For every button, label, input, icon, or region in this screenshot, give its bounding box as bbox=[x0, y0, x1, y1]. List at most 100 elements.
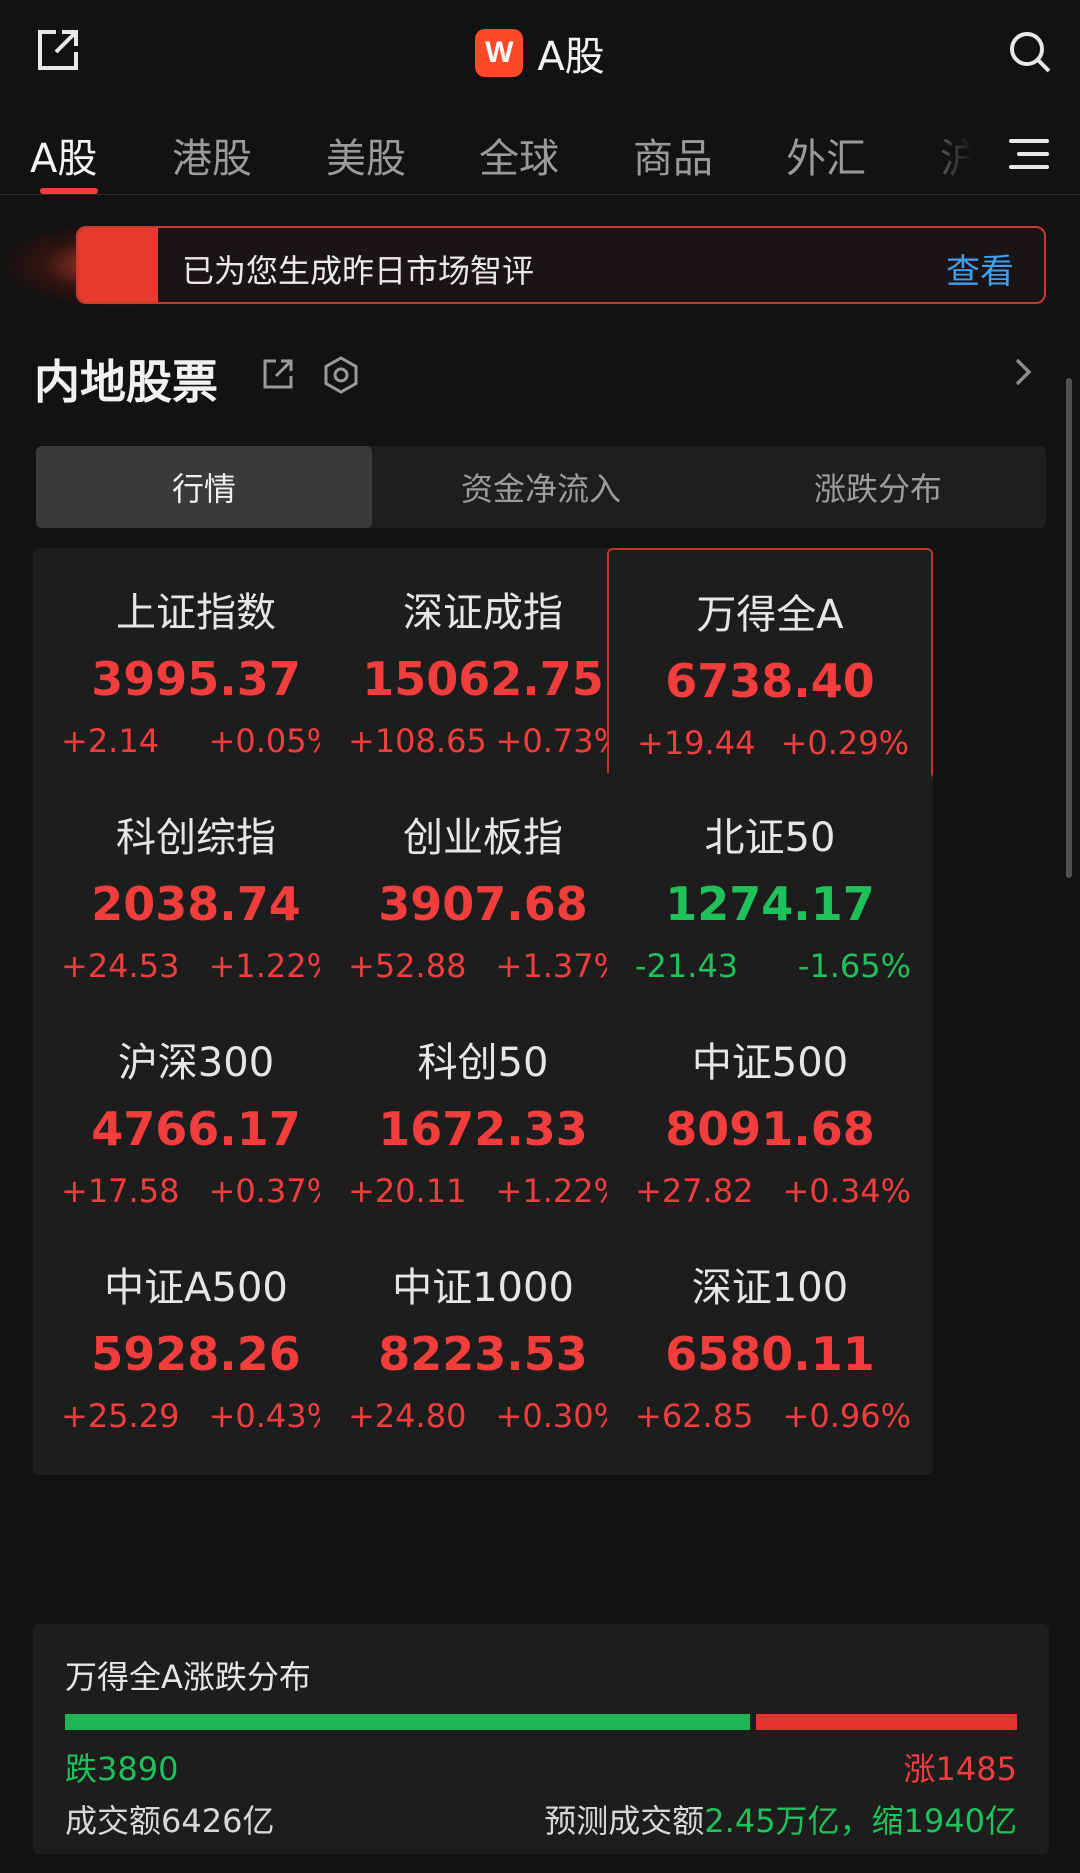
index-change: +19.44 bbox=[637, 724, 756, 762]
page-title: A股 bbox=[537, 34, 605, 80]
index-price: 1274.17 bbox=[665, 877, 875, 931]
forecast-label: 预测成交额 bbox=[544, 1802, 705, 1840]
index-price: 1672.33 bbox=[378, 1102, 588, 1156]
index-change: +62.85 bbox=[635, 1397, 754, 1435]
index-price: 3907.68 bbox=[378, 877, 588, 931]
index-change-percent: +0.73% bbox=[495, 722, 624, 760]
index-card[interactable]: 万得全A 6738.40 +19.44 +0.29% bbox=[607, 548, 933, 800]
market-review-banner[interactable]: 已为您生成昨日市场智评 查看 bbox=[76, 226, 1046, 304]
index-name: 深证成指 bbox=[403, 590, 563, 636]
app-title-group: W A股 bbox=[0, 24, 1080, 82]
index-card[interactable]: 上证指数 3995.37 +2.14 +0.05% bbox=[33, 548, 359, 800]
index-price: 6738.40 bbox=[665, 654, 875, 708]
index-price: 6580.11 bbox=[665, 1327, 875, 1381]
section-header: 内地股票 bbox=[34, 340, 1044, 410]
index-price: 8223.53 bbox=[378, 1327, 588, 1381]
top-bar: W A股 bbox=[0, 0, 1080, 104]
index-card[interactable]: 深证100 6580.11 +62.85 +0.96% bbox=[607, 1223, 933, 1475]
index-change-percent: +0.05% bbox=[208, 722, 337, 760]
index-change: +20.11 bbox=[348, 1172, 467, 1210]
fall-count: 跌3890 bbox=[65, 1750, 179, 1788]
index-change: +108.65 bbox=[348, 722, 487, 760]
index-card[interactable]: 科创综指 2038.74 +24.53 +1.22% bbox=[33, 773, 359, 1025]
tab-a-share[interactable]: A股 bbox=[30, 126, 97, 184]
forecast-value: 2.45万亿，缩1940亿 bbox=[704, 1802, 1017, 1840]
index-card[interactable]: 中证500 8091.68 +27.82 +0.34% bbox=[607, 998, 933, 1250]
rise-fall-distribution[interactable]: 万得全A涨跌分布 跌3890 涨1485 成交额6426亿 预测成交额2.45万… bbox=[33, 1624, 1049, 1854]
index-price: 15062.75 bbox=[362, 652, 604, 706]
settings-icon[interactable] bbox=[320, 354, 364, 398]
market-tabs: A股 港股 美股 全球 商品 外汇 沪 bbox=[0, 104, 1080, 195]
chevron-right-icon[interactable] bbox=[1008, 354, 1044, 394]
menu-icon[interactable] bbox=[998, 124, 1062, 184]
tab-forex[interactable]: 外汇 bbox=[786, 126, 866, 184]
index-price: 3995.37 bbox=[91, 652, 301, 706]
wind-logo-icon: W bbox=[475, 29, 524, 77]
tab-fade bbox=[910, 104, 1000, 192]
turnover-amount: 成交额6426亿 bbox=[65, 1802, 275, 1840]
search-icon[interactable] bbox=[998, 20, 1062, 84]
index-card[interactable]: 中证1000 8223.53 +24.80 +0.30% bbox=[320, 1223, 646, 1475]
index-card[interactable]: 中证A500 5928.26 +25.29 +0.43% bbox=[33, 1223, 359, 1475]
fall-bar bbox=[65, 1714, 750, 1730]
index-price: 4766.17 bbox=[91, 1102, 301, 1156]
index-change-percent: +1.22% bbox=[495, 1172, 624, 1210]
index-change: +25.29 bbox=[61, 1397, 180, 1435]
section-title: 内地股票 bbox=[34, 355, 218, 409]
index-change-percent: +0.29% bbox=[780, 724, 909, 762]
index-name: 北证50 bbox=[704, 815, 836, 861]
index-name: 万得全A bbox=[696, 592, 844, 638]
segment-net-inflow[interactable]: 资金净流入 bbox=[373, 446, 709, 528]
tab-global[interactable]: 全球 bbox=[479, 126, 559, 184]
banner-accent bbox=[78, 228, 158, 302]
tab-commodity[interactable]: 商品 bbox=[633, 126, 713, 184]
index-card[interactable]: 深证成指 15062.75 +108.65 +0.73% bbox=[320, 548, 646, 800]
index-price: 8091.68 bbox=[665, 1102, 875, 1156]
index-name: 上证指数 bbox=[116, 590, 276, 636]
index-change: -21.43 bbox=[635, 947, 739, 985]
tab-hk-stock[interactable]: 港股 bbox=[172, 126, 252, 184]
index-card[interactable]: 创业板指 3907.68 +52.88 +1.37% bbox=[320, 773, 646, 1025]
index-name: 中证1000 bbox=[392, 1265, 574, 1311]
index-price: 2038.74 bbox=[91, 877, 301, 931]
index-change: +24.80 bbox=[348, 1397, 467, 1435]
index-change-percent: +1.37% bbox=[495, 947, 624, 985]
view-link[interactable]: 查看 bbox=[946, 244, 1014, 293]
index-card[interactable]: 科创50 1672.33 +20.11 +1.22% bbox=[320, 998, 646, 1250]
index-name: 深证100 bbox=[691, 1265, 849, 1311]
banner-text: 已为您生成昨日市场智评 bbox=[182, 252, 535, 290]
tab-us-stock[interactable]: 美股 bbox=[326, 126, 406, 184]
index-change-percent: +0.43% bbox=[208, 1397, 337, 1435]
index-change-percent: +1.22% bbox=[208, 947, 337, 985]
rise-bar bbox=[756, 1714, 1017, 1730]
index-change-percent: +0.34% bbox=[782, 1172, 911, 1210]
index-name: 沪深300 bbox=[117, 1040, 275, 1086]
active-tab-indicator bbox=[40, 188, 98, 194]
distribution-bar bbox=[65, 1714, 1017, 1730]
forecast-turnover: 预测成交额2.45万亿，缩1940亿 bbox=[544, 1796, 1017, 1842]
segment-quotes[interactable]: 行情 bbox=[36, 446, 372, 528]
rise-count: 涨1485 bbox=[903, 1750, 1017, 1788]
view-segment-control: 行情 资金净流入 涨跌分布 bbox=[36, 446, 1046, 528]
index-change: +17.58 bbox=[61, 1172, 180, 1210]
index-name: 中证A500 bbox=[104, 1265, 288, 1311]
index-card[interactable]: 北证50 1274.17 -21.43 -1.65% bbox=[607, 773, 933, 1025]
index-name: 中证500 bbox=[691, 1040, 849, 1086]
index-card[interactable]: 沪深300 4766.17 +17.58 +0.37% bbox=[33, 998, 359, 1250]
index-price: 5928.26 bbox=[91, 1327, 301, 1381]
segment-distribution[interactable]: 涨跌分布 bbox=[710, 446, 1046, 528]
index-change: +52.88 bbox=[348, 947, 467, 985]
index-change: +2.14 bbox=[61, 722, 160, 760]
index-name: 创业板指 bbox=[403, 815, 563, 861]
index-change-percent: +0.30% bbox=[495, 1397, 624, 1435]
scrollbar[interactable] bbox=[1066, 378, 1072, 878]
index-change-percent: -1.65% bbox=[797, 947, 911, 985]
index-change: +24.53 bbox=[61, 947, 180, 985]
distribution-title: 万得全A涨跌分布 bbox=[65, 1658, 311, 1696]
index-change-percent: +0.37% bbox=[208, 1172, 337, 1210]
index-change: +27.82 bbox=[635, 1172, 754, 1210]
index-name: 科创综指 bbox=[116, 815, 276, 861]
index-name: 科创50 bbox=[417, 1040, 549, 1086]
section-share-icon[interactable] bbox=[260, 356, 300, 396]
index-change-percent: +0.96% bbox=[782, 1397, 911, 1435]
